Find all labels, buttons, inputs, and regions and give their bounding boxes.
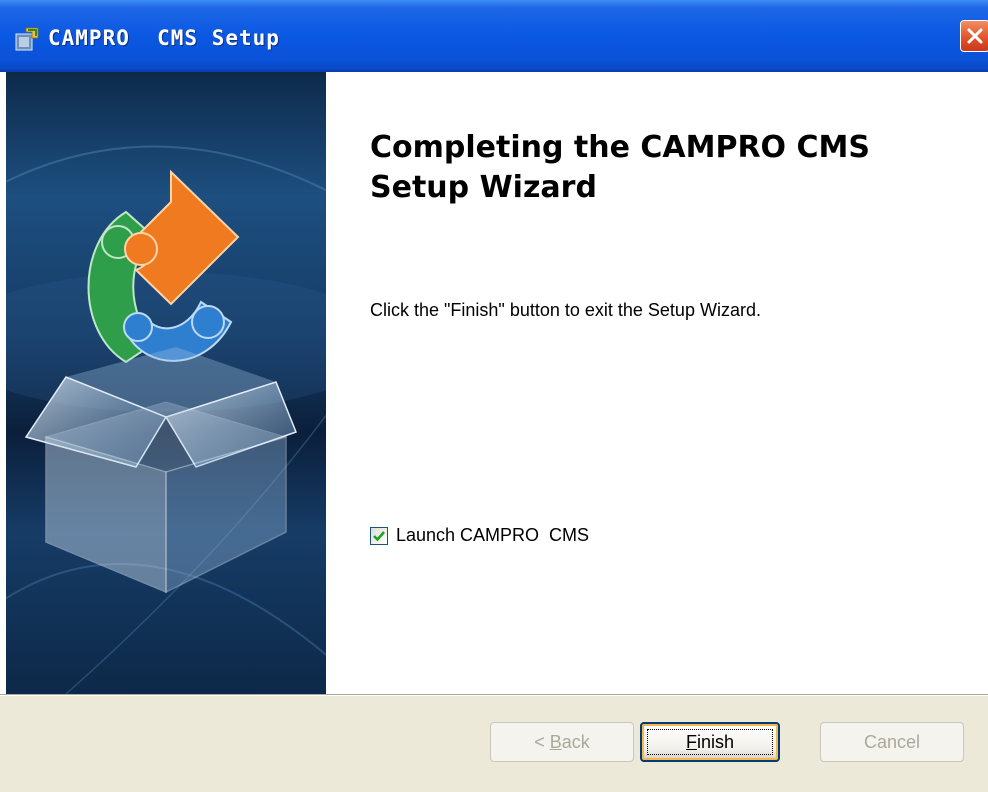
box-icon [24,347,297,594]
cancel-button[interactable]: Cancel [820,722,964,762]
installer-icon [14,26,40,52]
window-title: CAMPRO CMS Setup [48,26,280,50]
wizard-banner [6,72,326,694]
back-button[interactable]: < Back [490,722,634,762]
launch-label: Launch CAMPRO CMS [396,525,590,545]
button-bar: < Back Finish Cancel [0,694,988,792]
finish-button[interactable]: Finish [640,722,780,762]
close-icon [967,28,983,44]
wizard-description: Click the "Finish" button to exit the Se… [370,300,761,320]
separator [0,694,988,696]
wizard-content: Completing the CAMPRO CMS Setup Wizard C… [326,72,988,694]
back-button-rest: ack [561,731,590,752]
launch-checkbox[interactable] [370,526,388,545]
back-button-prefix: < [534,731,550,752]
close-button[interactable] [960,20,988,52]
focus-rect [647,729,773,755]
title-bar: CAMPRO CMS Setup [0,0,988,72]
cancel-button-label: Cancel [863,731,921,752]
checkmark-icon [373,530,385,541]
launch-option[interactable]: Launch CAMPRO CMS [370,525,589,546]
wizard-heading: Completing the CAMPRO CMS Setup Wizard [370,130,870,205]
back-button-mnemonic: B [549,731,562,752]
